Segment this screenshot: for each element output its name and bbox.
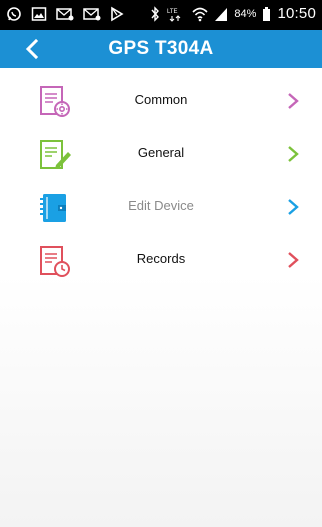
menu-item-general[interactable]: General [0,128,322,180]
menu-item-label: General [137,145,185,160]
app-header: GPS T304A [0,30,322,68]
menu-item-label: Edit Device [128,198,194,213]
wifi-icon [192,6,208,22]
chevron-right-icon [286,251,300,269]
email-icon-2 [83,6,101,22]
signal-icon [214,6,228,22]
system-indicators: LTE 84% 10:50 [150,5,316,22]
main-content: Common General Edit Device Records [0,68,322,527]
lte-label: LTE [167,9,178,15]
battery-percentage: 84% [234,7,257,20]
page-title: GPS T304A [108,38,214,59]
lte-icon: LTE [166,6,186,22]
notification-icons [6,6,124,22]
menu-item-common[interactable]: Common [0,75,322,127]
menu-item-label: Common [134,92,188,107]
menu-item-edit-device[interactable]: Edit Device [0,181,322,233]
status-bar: LTE 84% 10:50 [0,0,322,30]
whatsapp-icon [6,6,22,22]
gallery-icon [31,6,47,22]
menu-item-records[interactable]: Records [0,234,322,286]
email-icon [56,6,74,22]
play-store-icon [110,6,124,22]
menu-item-label: Records [136,251,186,266]
battery-icon [262,6,271,22]
chevron-right-icon [286,198,300,216]
chevron-right-icon [286,92,300,110]
bluetooth-icon [150,5,160,22]
chevron-right-icon [286,145,300,163]
clock: 10:50 [277,5,316,22]
